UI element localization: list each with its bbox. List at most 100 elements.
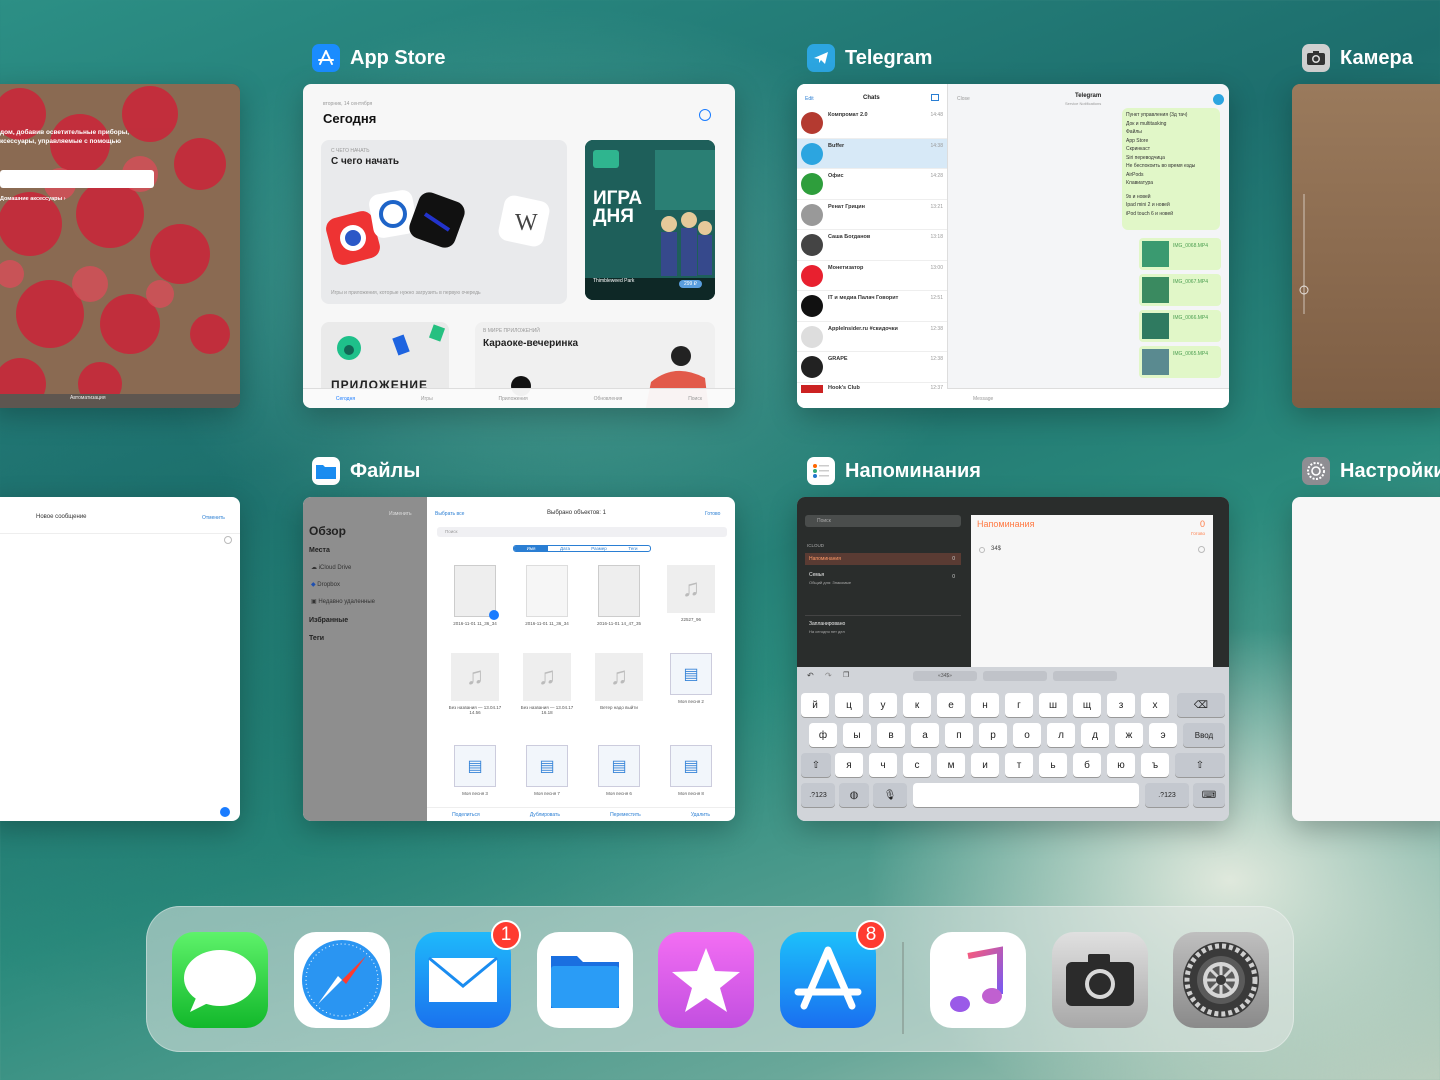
key-п[interactable]: п	[945, 723, 973, 747]
list-scheduled[interactable]: Запланировано На сегодня нет дел	[805, 615, 961, 638]
key-ч[interactable]: ч	[869, 753, 897, 777]
key-ь[interactable]: ь	[1039, 753, 1067, 777]
redo-icon[interactable]: ↷	[825, 671, 832, 680]
sidebar-item-icloud[interactable]: ☁ iCloud Drive	[311, 564, 351, 571]
key-ш[interactable]: ш	[1039, 693, 1067, 717]
app-label-app-store[interactable]: App Store	[312, 44, 446, 72]
reminders-card[interactable]: Поиск ICLOUD Напоминания 0 Семья Общий для…	[797, 497, 1229, 821]
file-item[interactable]: ♫ Ветер надо выйти	[587, 653, 651, 710]
move-button[interactable]: Переместить	[610, 812, 641, 818]
file-message[interactable]: IMG_0066.MP4	[1139, 310, 1221, 342]
dictation-key[interactable]: 🎙	[873, 783, 907, 807]
home-footer-tab[interactable]: Автоматизация	[70, 395, 106, 401]
app-label-telegram[interactable]: Telegram	[807, 44, 932, 72]
key-з[interactable]: з	[1107, 693, 1135, 717]
info-icon[interactable]	[1198, 546, 1205, 553]
file-item[interactable]: ▤ Моя песня 2	[659, 653, 723, 704]
key-а[interactable]: а	[911, 723, 939, 747]
key-в[interactable]: в	[877, 723, 905, 747]
suggestion-1[interactable]: «34$»	[913, 671, 977, 681]
file-item[interactable]: ♫ Без названия — 13.04.17 16.18	[515, 653, 579, 715]
chat-row[interactable]: Саша Богданов 13:18	[797, 230, 947, 261]
key-к[interactable]: к	[903, 693, 931, 717]
app-label-camera[interactable]: Камера	[1302, 44, 1413, 72]
key-ы[interactable]: ы	[843, 723, 871, 747]
chat-row[interactable]: Офис 14:28	[797, 169, 947, 200]
file-item[interactable]: ▤ Моя песня 7	[515, 745, 579, 796]
key-э[interactable]: э	[1149, 723, 1177, 747]
done-button[interactable]: Готово	[1191, 531, 1205, 536]
space-key[interactable]	[913, 783, 1139, 807]
cancel-button[interactable]: Отменить	[202, 515, 225, 521]
home-accessories-link[interactable]: Домашние аксессуары ›	[0, 196, 66, 202]
key-ъ[interactable]: ъ	[1141, 753, 1169, 777]
key-ф[interactable]: ф	[809, 723, 837, 747]
account-icon[interactable]	[699, 109, 711, 121]
camera-card[interactable]	[1292, 84, 1440, 408]
key-р[interactable]: р	[979, 723, 1007, 747]
file-item[interactable]: 2016-11-01 11_36_34	[515, 565, 579, 626]
key-д[interactable]: д	[1081, 723, 1109, 747]
app-store-card[interactable]: вторник, 14 сентября Сегодня С ЧЕГО НАЧА…	[303, 84, 735, 408]
key-е[interactable]: е	[937, 693, 965, 717]
chat-row[interactable]: Компромат 2.0 14:48	[797, 108, 947, 139]
file-item[interactable]: ▤ Моя песня 8	[659, 745, 723, 796]
select-all-button[interactable]: Выбрать все	[435, 511, 464, 517]
done-button[interactable]: Готово	[705, 511, 720, 517]
dock-safari[interactable]	[294, 932, 390, 1028]
tab-search[interactable]: Поиск	[688, 396, 702, 402]
hide-keyboard-key[interactable]: ⌨	[1193, 783, 1225, 807]
segment-date[interactable]: Дата	[548, 546, 582, 551]
home-app-card[interactable]: дом, добавив осветительные приборы, ксес…	[0, 84, 240, 408]
dock-mail[interactable]: 1	[415, 920, 521, 1028]
tab-games[interactable]: Игры	[421, 396, 433, 402]
key-ж[interactable]: ж	[1115, 723, 1143, 747]
dock-files[interactable]	[537, 932, 633, 1028]
file-item[interactable]: ♫ Без названия — 13.04.17 14.56	[443, 653, 507, 715]
chat-row[interactable]: GRAPE 12:38	[797, 352, 947, 383]
key-ц[interactable]: ц	[835, 693, 863, 717]
dock-settings[interactable]	[1173, 932, 1269, 1028]
tab-today[interactable]: Сегодня	[336, 396, 355, 402]
shift-key[interactable]: ⇧	[801, 753, 831, 777]
shift-key-right[interactable]: ⇧	[1175, 753, 1225, 777]
suggestion-2[interactable]	[983, 671, 1047, 681]
key-я[interactable]: я	[835, 753, 863, 777]
chat-row[interactable]: Hook's Club 12:37	[797, 383, 947, 393]
file-message[interactable]: IMG_0065.MP4	[1139, 346, 1221, 378]
key-б[interactable]: б	[1073, 753, 1101, 777]
numbers-key[interactable]: .?123	[801, 783, 835, 807]
today-card-game[interactable]: ИГРА ДНЯ Thimbleweed Park 299 ₽	[585, 140, 715, 300]
key-и[interactable]: и	[971, 753, 999, 777]
chat-row[interactable]: IT и медиа Палач Говорит 12:51	[797, 291, 947, 322]
key-й[interactable]: й	[801, 693, 829, 717]
key-х[interactable]: х	[1141, 693, 1169, 717]
mail-compose-card[interactable]: Новое сообщение Отменить	[0, 497, 240, 821]
key-м[interactable]: м	[937, 753, 965, 777]
app-label-reminders[interactable]: Напоминания	[807, 457, 981, 485]
key-г[interactable]: г	[1005, 693, 1033, 717]
chat-row[interactable]: Buffer 14:38	[797, 138, 947, 169]
segment-name[interactable]: Имя	[514, 546, 548, 551]
today-card-start[interactable]: С ЧЕГО НАЧАТЬ С чего начать W Игры и при…	[321, 140, 567, 304]
key-о[interactable]: о	[1013, 723, 1041, 747]
file-item[interactable]: ♫ 22527_96	[659, 565, 723, 622]
key-н[interactable]: н	[971, 693, 999, 717]
telegram-card[interactable]: Edit Chats Компромат 2.0 14:48 Buffer 14:3…	[797, 84, 1229, 408]
add-contact-icon[interactable]	[224, 536, 232, 544]
sidebar-item-deleted[interactable]: ▣ Недавно удаленные	[311, 598, 375, 605]
game-price-button[interactable]: 299 ₽	[679, 280, 702, 288]
file-item[interactable]: ▤ Моя песня 3	[443, 745, 507, 796]
sidebar-edit-button[interactable]: Изменить	[389, 511, 412, 517]
search-field[interactable]: Поиск	[437, 527, 727, 537]
edit-button[interactable]: Edit	[805, 96, 814, 102]
home-field[interactable]	[0, 170, 154, 188]
close-button[interactable]: Close	[957, 96, 970, 102]
key-л[interactable]: л	[1047, 723, 1075, 747]
dock-app-store[interactable]: 8	[780, 920, 886, 1028]
sidebar-item-dropbox[interactable]: ◆ Dropbox	[311, 581, 340, 588]
chat-row[interactable]: Ренат Грицин 13:21	[797, 200, 947, 230]
share-button[interactable]: Поделиться	[452, 812, 480, 818]
compose-icon[interactable]	[931, 94, 939, 101]
paste-icon[interactable]: ❐	[843, 671, 849, 679]
